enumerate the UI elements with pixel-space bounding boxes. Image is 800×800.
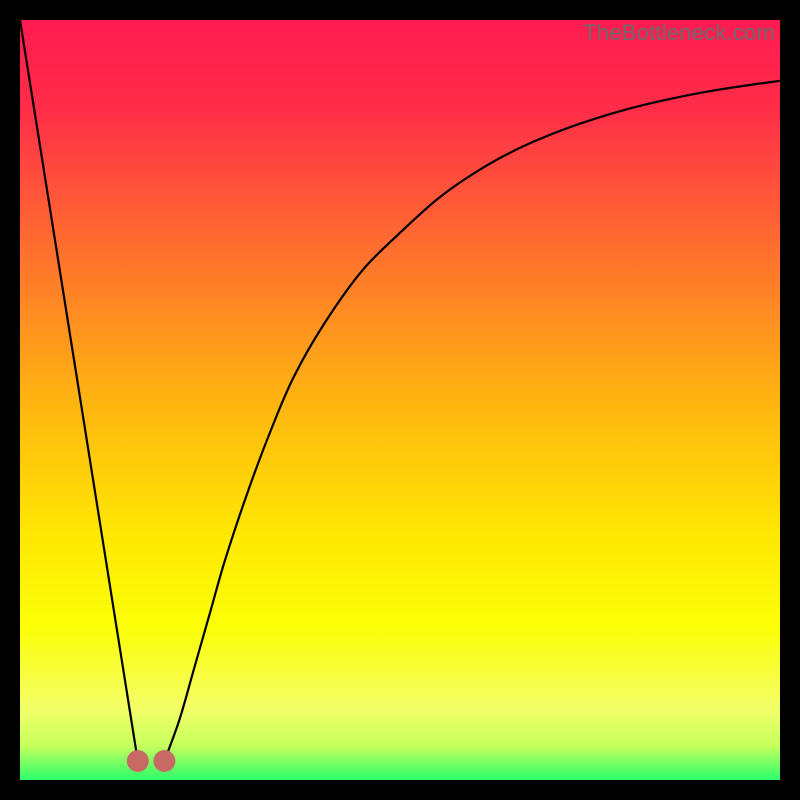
- chart-frame: TheBottleneck.com: [20, 20, 780, 780]
- bottleneck-chart: [20, 20, 780, 780]
- watermark-text: TheBottleneck.com: [583, 20, 775, 46]
- min-marker: [153, 750, 175, 772]
- heat-gradient: [20, 20, 780, 780]
- min-marker: [127, 750, 149, 772]
